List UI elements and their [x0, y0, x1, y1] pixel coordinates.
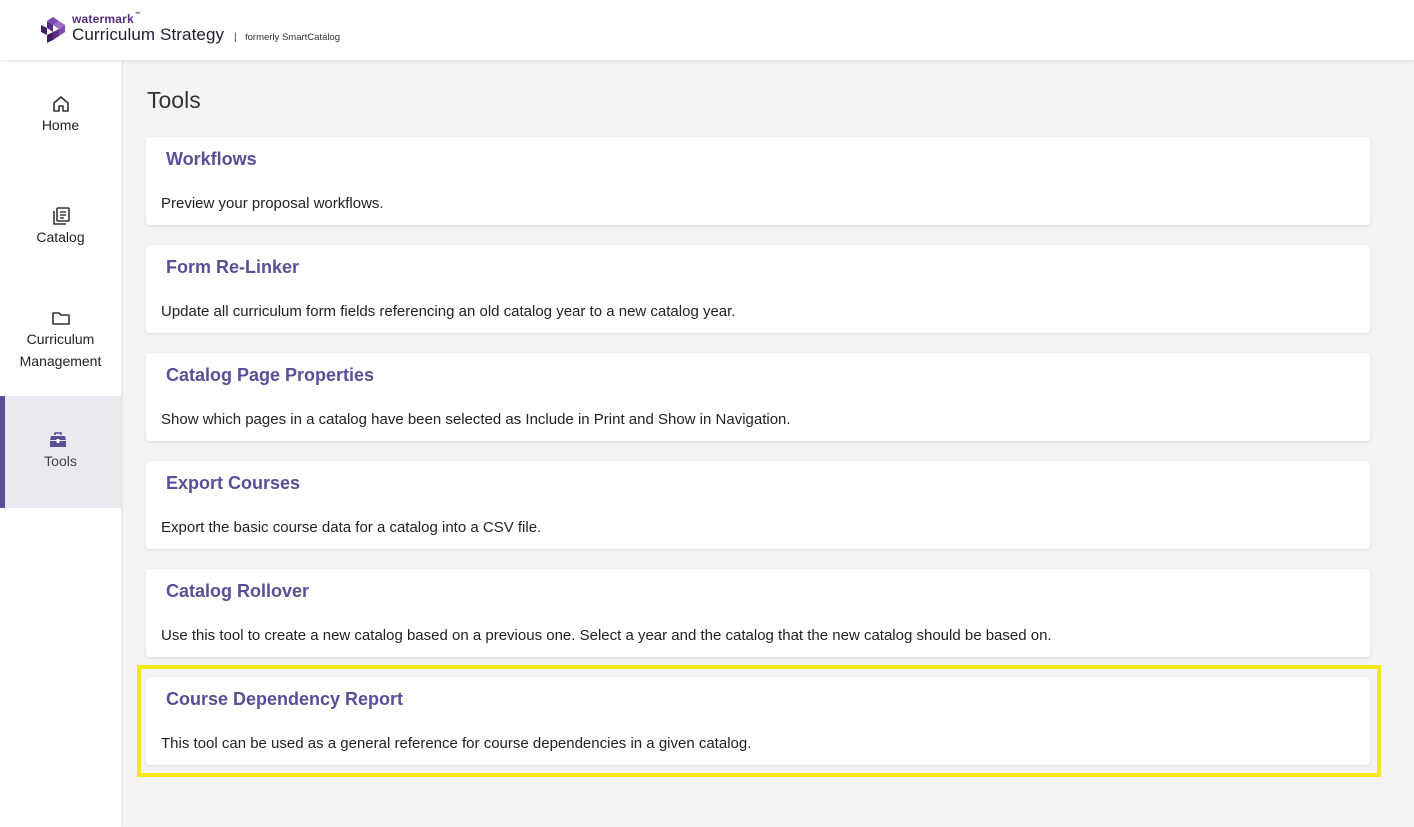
- tool-card-catalog-rollover[interactable]: Catalog Rollover Use this tool to create…: [146, 569, 1370, 657]
- tool-card-course-dependency-report[interactable]: Course Dependency Report This tool can b…: [146, 677, 1370, 765]
- app-title: Curriculum Strategy: [72, 25, 225, 44]
- toolbox-icon: [50, 432, 66, 447]
- sidebar-item-label: Catalog: [36, 229, 85, 245]
- watermark-logo-icon: [41, 17, 65, 43]
- card-description: Use this tool to create a new catalog ba…: [161, 627, 1052, 644]
- card-description: This tool can be used as a general refer…: [161, 735, 752, 752]
- sidebar-item-catalog[interactable]: Catalog: [0, 206, 121, 266]
- card-title[interactable]: Catalog Rollover: [166, 581, 309, 602]
- card-title[interactable]: Workflows: [166, 149, 257, 170]
- tool-card-export-courses[interactable]: Export Courses Export the basic course d…: [146, 461, 1370, 549]
- card-title[interactable]: Form Re-Linker: [166, 257, 299, 278]
- card-title[interactable]: Catalog Page Properties: [166, 365, 374, 386]
- tool-card-catalog-page-properties[interactable]: Catalog Page Properties Show which pages…: [146, 353, 1370, 441]
- card-title[interactable]: Export Courses: [166, 473, 300, 494]
- sidebar-item-label: Tools: [44, 453, 77, 469]
- card-title[interactable]: Course Dependency Report: [166, 689, 403, 710]
- brand-watermark: watermark™: [72, 12, 141, 26]
- brand-formerly: formerly SmartCatalog: [245, 32, 341, 43]
- folder-icon: [51, 312, 70, 325]
- sidebar-nav: Home Catalog Curriculum Management Tools: [0, 60, 121, 827]
- page-title: Tools: [147, 87, 201, 113]
- sidebar-item-curriculum-management[interactable]: Curriculum Management: [0, 308, 121, 388]
- card-description: Preview your proposal workflows.: [161, 195, 384, 212]
- home-icon: [52, 96, 69, 112]
- trademark-symbol: ™: [134, 12, 142, 18]
- card-description: Show which pages in a catalog have been …: [161, 411, 791, 428]
- sidebar-item-tools[interactable]: Tools: [0, 396, 121, 508]
- sidebar-item-home[interactable]: Home: [0, 94, 121, 154]
- sidebar-item-label: Curriculum Management: [19, 331, 102, 369]
- card-description: Export the basic course data for a catal…: [161, 519, 542, 536]
- tool-card-workflows[interactable]: Workflows Preview your proposal workflow…: [146, 137, 1370, 225]
- card-description: Update all curriculum form fields refere…: [161, 303, 736, 320]
- catalog-icon: [52, 207, 70, 225]
- top-header: watermark™ Curriculum Strategy | formerl…: [0, 0, 1414, 60]
- tool-card-form-relinker[interactable]: Form Re-Linker Update all curriculum for…: [146, 245, 1370, 333]
- brand-watermark-text: watermark: [72, 12, 134, 26]
- brand-separator: |: [234, 32, 237, 43]
- sidebar-item-label: Home: [41, 117, 80, 133]
